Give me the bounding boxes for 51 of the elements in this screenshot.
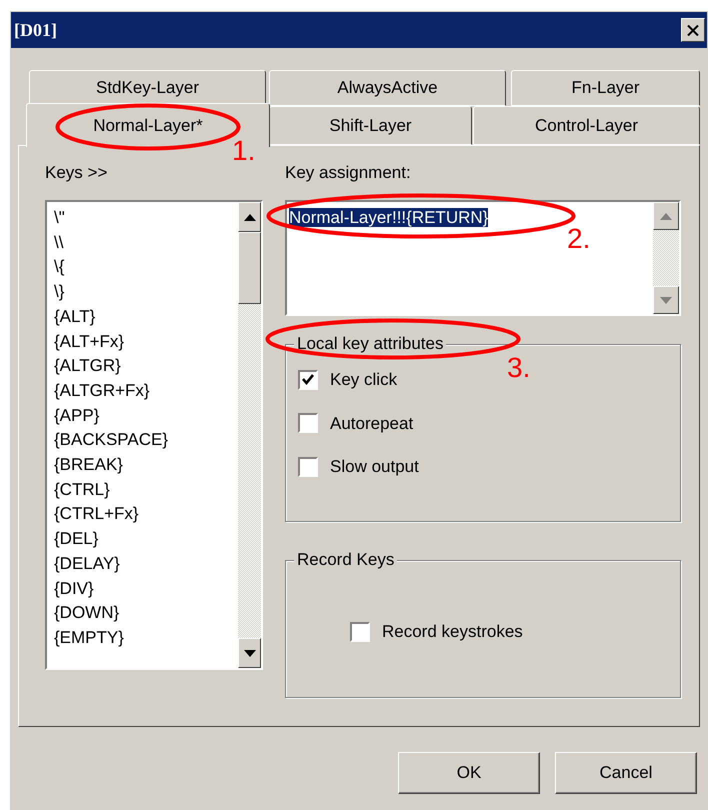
list-item[interactable]: {CTRL} bbox=[54, 478, 238, 502]
list-item[interactable]: {DIV} bbox=[54, 576, 238, 602]
list-item[interactable]: {ALT} bbox=[54, 304, 238, 330]
tab[interactable]: StdKey-Layer bbox=[29, 70, 266, 106]
list-item[interactable]: {BACKSPACE} bbox=[54, 428, 238, 454]
tab[interactable]: Fn-Layer bbox=[511, 70, 700, 106]
list-item[interactable]: {BREAK} bbox=[54, 453, 238, 478]
tab[interactable]: AlwaysActive bbox=[269, 70, 506, 106]
dialog-button[interactable]: Cancel bbox=[555, 752, 697, 794]
list-item[interactable]: {DEL} bbox=[54, 527, 238, 552]
list-item[interactable]: \\ bbox=[54, 230, 238, 256]
annotation-number: 2. bbox=[567, 224, 590, 254]
checkbox[interactable] bbox=[298, 413, 318, 434]
close-icon bbox=[687, 24, 699, 36]
dialog-button[interactable]: OK bbox=[398, 752, 540, 794]
down-arrow-icon bbox=[660, 296, 672, 304]
up-arrow-icon bbox=[244, 214, 256, 220]
keys-label: Keys >> bbox=[45, 162, 108, 184]
list-item[interactable]: {DELAY} bbox=[54, 552, 238, 577]
close-button[interactable] bbox=[681, 18, 705, 42]
key-assignment-label: Key assignment: bbox=[285, 162, 412, 184]
checkbox-label[interactable]: Record keystrokes bbox=[382, 619, 523, 644]
list-item[interactable]: {ALT+Fx} bbox=[54, 330, 238, 354]
checkbox[interactable] bbox=[298, 456, 318, 477]
tab[interactable]: Shift-Layer bbox=[269, 106, 472, 145]
window-title: [D01] bbox=[14, 18, 57, 42]
checkbox-label[interactable]: Autorepeat bbox=[330, 410, 414, 436]
list-item[interactable]: \} bbox=[54, 280, 238, 305]
list-item[interactable]: \" bbox=[54, 206, 238, 231]
selected-text: Normal-Layer!!!{RETURN} bbox=[289, 208, 488, 227]
list-item[interactable]: {DOWN} bbox=[54, 601, 238, 626]
list-item[interactable]: {ALTGR} bbox=[54, 354, 238, 379]
list-item[interactable]: \{ bbox=[54, 255, 238, 280]
checkbox[interactable] bbox=[298, 370, 318, 390]
list-item[interactable]: {APP} bbox=[54, 404, 238, 428]
checkbox-label[interactable]: Slow output bbox=[330, 454, 419, 480]
scrollbar[interactable] bbox=[238, 202, 261, 668]
keys-list[interactable]: \" \\ \{ \} {ALT} {ALT+Fx} {ALTGR} {ALTGR+Fx} {APP} {BACKSPACE} {BREAK} {CTRL} {CTRL+Fx} {DEL} {DELAY} {DIV} {DOWN} {EMPTY} bbox=[45, 200, 263, 670]
list-item[interactable]: {CTRL+Fx} bbox=[54, 502, 238, 528]
checkbox[interactable] bbox=[350, 622, 370, 642]
scroll-up-button[interactable] bbox=[238, 202, 261, 232]
checkmark-icon bbox=[302, 374, 314, 386]
list-item[interactable]: {EMPTY} bbox=[54, 626, 238, 651]
annotation-number: 3. bbox=[507, 353, 530, 383]
down-arrow-icon bbox=[244, 650, 256, 656]
checkbox-label[interactable]: Key click bbox=[330, 367, 398, 392]
scroll-down-button[interactable] bbox=[238, 638, 261, 668]
up-arrow-icon bbox=[660, 212, 672, 220]
tab[interactable]: Control-Layer bbox=[473, 106, 700, 145]
list-item[interactable]: {ALTGR+Fx} bbox=[54, 378, 238, 404]
scroll-thumb[interactable] bbox=[238, 232, 261, 304]
